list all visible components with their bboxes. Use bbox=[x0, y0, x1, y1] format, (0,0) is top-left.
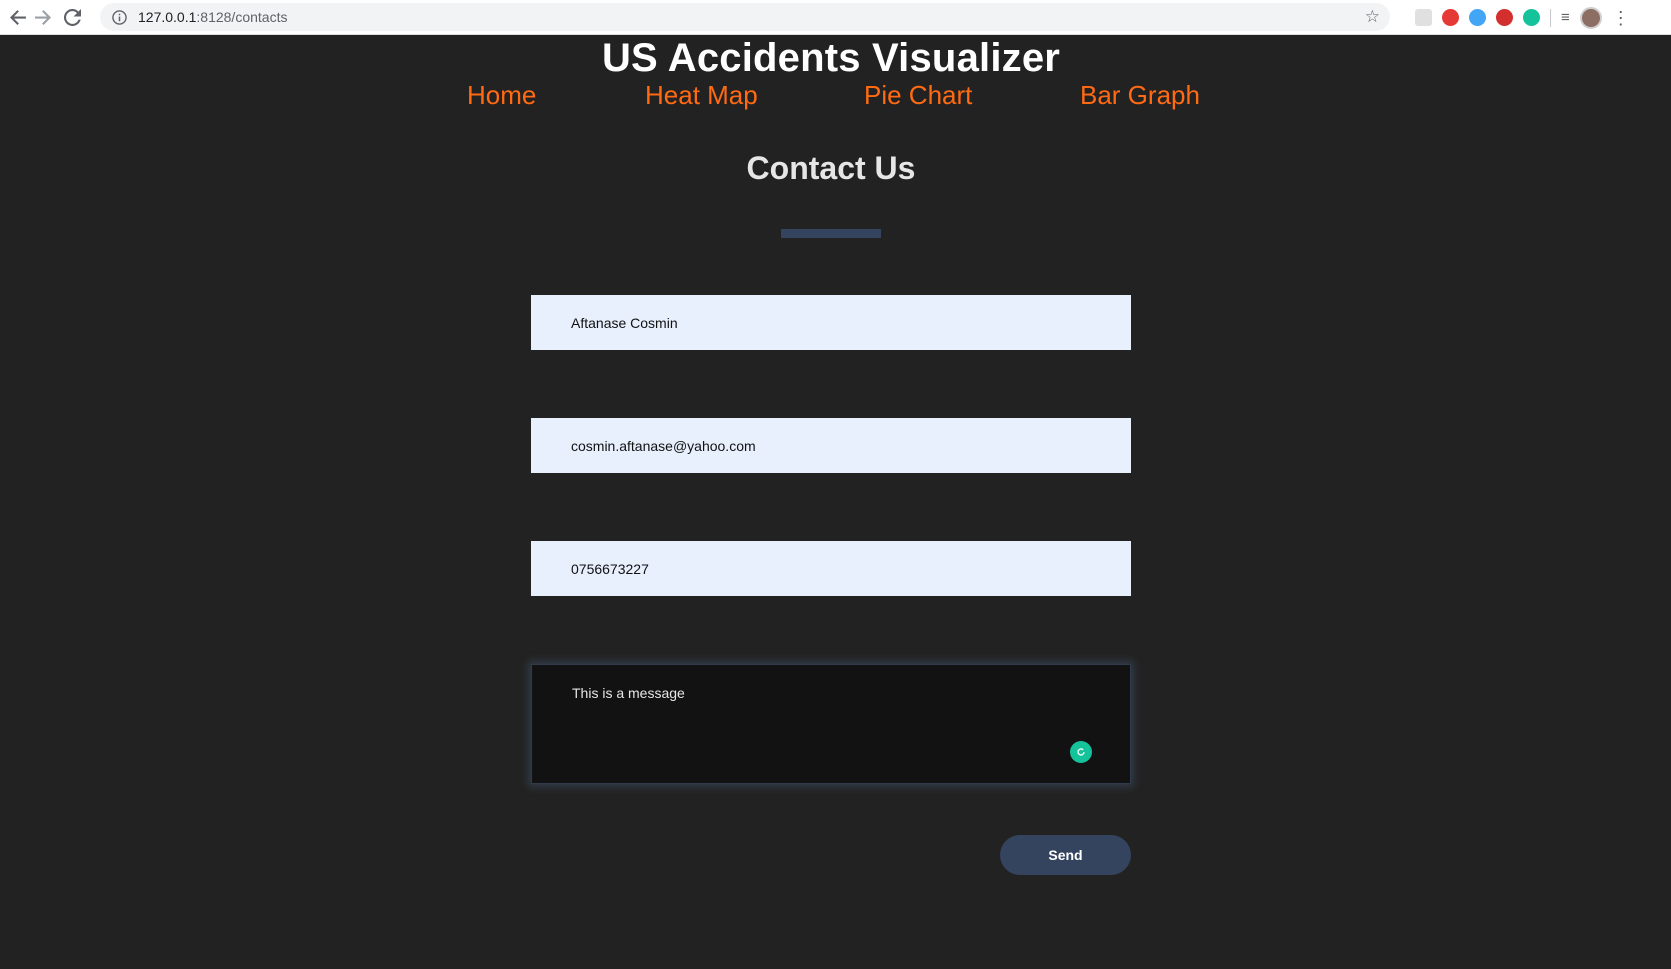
nav-link-pie-chart[interactable]: Pie Chart bbox=[864, 80, 972, 111]
nav-link-heat-map[interactable]: Heat Map bbox=[645, 80, 758, 111]
grammarly-icon[interactable] bbox=[1070, 741, 1092, 763]
heading-underline bbox=[781, 229, 881, 238]
site-title: US Accidents Visualizer bbox=[601, 36, 1061, 80]
send-button[interactable]: Send bbox=[1000, 835, 1131, 875]
menu-icon[interactable]: ⋮ bbox=[1612, 9, 1630, 27]
phone-field[interactable] bbox=[531, 541, 1131, 596]
extension-icon[interactable] bbox=[1496, 9, 1513, 26]
forward-icon[interactable] bbox=[26, 1, 58, 33]
star-icon[interactable]: ☆ bbox=[1365, 7, 1380, 27]
email-field[interactable] bbox=[531, 418, 1131, 473]
nav-link-home[interactable]: Home bbox=[467, 80, 536, 111]
profile-avatar[interactable] bbox=[1579, 6, 1602, 29]
extension-icon[interactable] bbox=[1469, 9, 1486, 26]
name-field[interactable] bbox=[531, 295, 1131, 350]
grammarly-extension-icon[interactable] bbox=[1523, 9, 1540, 26]
extensions-bar: ≡ ⋮ bbox=[1401, 0, 1671, 35]
info-icon[interactable] bbox=[110, 8, 128, 26]
reload-icon[interactable] bbox=[56, 1, 88, 33]
extension-icon[interactable] bbox=[1442, 9, 1459, 26]
media-control-icon[interactable]: ≡ bbox=[1561, 9, 1570, 26]
message-field[interactable]: This is a message bbox=[532, 665, 1130, 783]
toolbar-separator bbox=[1550, 8, 1551, 27]
url-path: :8128/contacts bbox=[196, 9, 288, 25]
browser-toolbar: 127.0.0.1:8128/contacts ☆ ≡ ⋮ bbox=[0, 0, 1671, 35]
nav-link-bar-graph[interactable]: Bar Graph bbox=[1080, 80, 1200, 111]
address-bar[interactable]: 127.0.0.1:8128/contacts ☆ bbox=[100, 3, 1390, 31]
contact-heading: Contact Us bbox=[746, 150, 916, 186]
url-host: 127.0.0.1 bbox=[138, 9, 197, 25]
extension-icon[interactable] bbox=[1415, 9, 1432, 26]
message-field-wrapper: This is a message bbox=[531, 664, 1131, 784]
